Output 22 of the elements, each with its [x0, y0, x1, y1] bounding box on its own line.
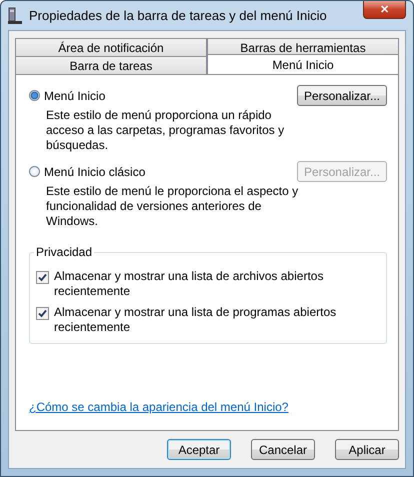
tab[interactable]: Menú Inicio: [207, 54, 399, 74]
dialog-button[interactable]: Aplicar: [335, 439, 399, 460]
checkbox[interactable]: [36, 307, 49, 320]
dialog-button[interactable]: Cancelar: [251, 439, 315, 460]
close-button[interactable]: ✕: [363, 1, 406, 19]
group-title: Privacidad: [35, 245, 94, 259]
customize-button[interactable]: Personalizar...: [296, 85, 387, 106]
tab[interactable]: Barra de tareas: [15, 56, 207, 74]
option-description: Este estilo de menú le proporciona el aspecto y funcionalidad de versiones anteriores de Windows.: [46, 184, 300, 229]
checkbox[interactable]: [36, 271, 49, 284]
radio-indicator[interactable]: [29, 166, 40, 177]
radio-indicator[interactable]: [29, 90, 40, 101]
option-description: Este estilo de menú proporciona un rápido acceso a las carpetas, programas favoritos y búsquedas.: [46, 108, 286, 153]
radio-button[interactable]: Menú Inicio: [29, 88, 106, 102]
checkbox-label: Almacenar y mostrar una lista de programas abiertos recientemente: [54, 305, 338, 335]
tab[interactable]: Área de notificación: [15, 38, 207, 56]
help-link[interactable]: ¿Cómo se cambia la apariencia del menú Inicio?: [29, 400, 288, 414]
window-title: Propiedades de la barra de tareas y del menú Inicio: [29, 8, 328, 23]
computer-icon: [7, 6, 23, 24]
checkbox-label: Almacenar y mostrar una lista de archivos abiertos recientemente: [54, 269, 324, 299]
dialog-button[interactable]: Aceptar: [167, 439, 231, 460]
radio-button[interactable]: Menú Inicio clásico: [29, 164, 146, 178]
